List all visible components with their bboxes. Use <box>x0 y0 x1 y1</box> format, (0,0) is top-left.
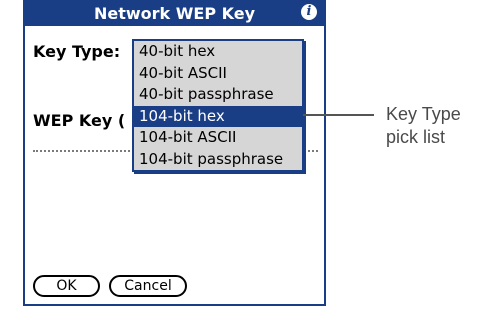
dialog-title: Network WEP Key <box>93 3 256 23</box>
picklist-item-104-bit-hex[interactable]: 104-bit hex <box>134 105 302 127</box>
palm-screen: Network WEP Key i Key Type: WEP Key ( 40… <box>23 0 326 306</box>
picklist-item-40-bit-passphrase[interactable]: 40-bit passphrase <box>134 84 302 106</box>
title-bar: Network WEP Key i <box>25 0 324 26</box>
key-type-picklist[interactable]: 40-bit hex 40-bit ASCII 40-bit passphras… <box>132 39 304 172</box>
callout-label: Key Type pick list <box>386 103 461 149</box>
callout-line-1: Key Type <box>386 104 461 124</box>
wep-key-label: WEP Key ( <box>33 111 126 130</box>
key-type-label: Key Type: <box>33 42 121 61</box>
cancel-button[interactable]: Cancel <box>109 275 187 297</box>
picklist-item-40-bit-ascii[interactable]: 40-bit ASCII <box>134 63 302 85</box>
picklist-item-104-bit-passphrase[interactable]: 104-bit passphrase <box>134 149 302 171</box>
ok-button[interactable]: OK <box>33 275 100 297</box>
picklist-item-40-bit-hex[interactable]: 40-bit hex <box>134 41 302 63</box>
picklist-item-104-bit-ascii[interactable]: 104-bit ASCII <box>134 127 302 149</box>
callout-line-2: pick list <box>386 127 446 147</box>
callout-line <box>303 114 374 116</box>
info-icon[interactable]: i <box>301 4 317 20</box>
